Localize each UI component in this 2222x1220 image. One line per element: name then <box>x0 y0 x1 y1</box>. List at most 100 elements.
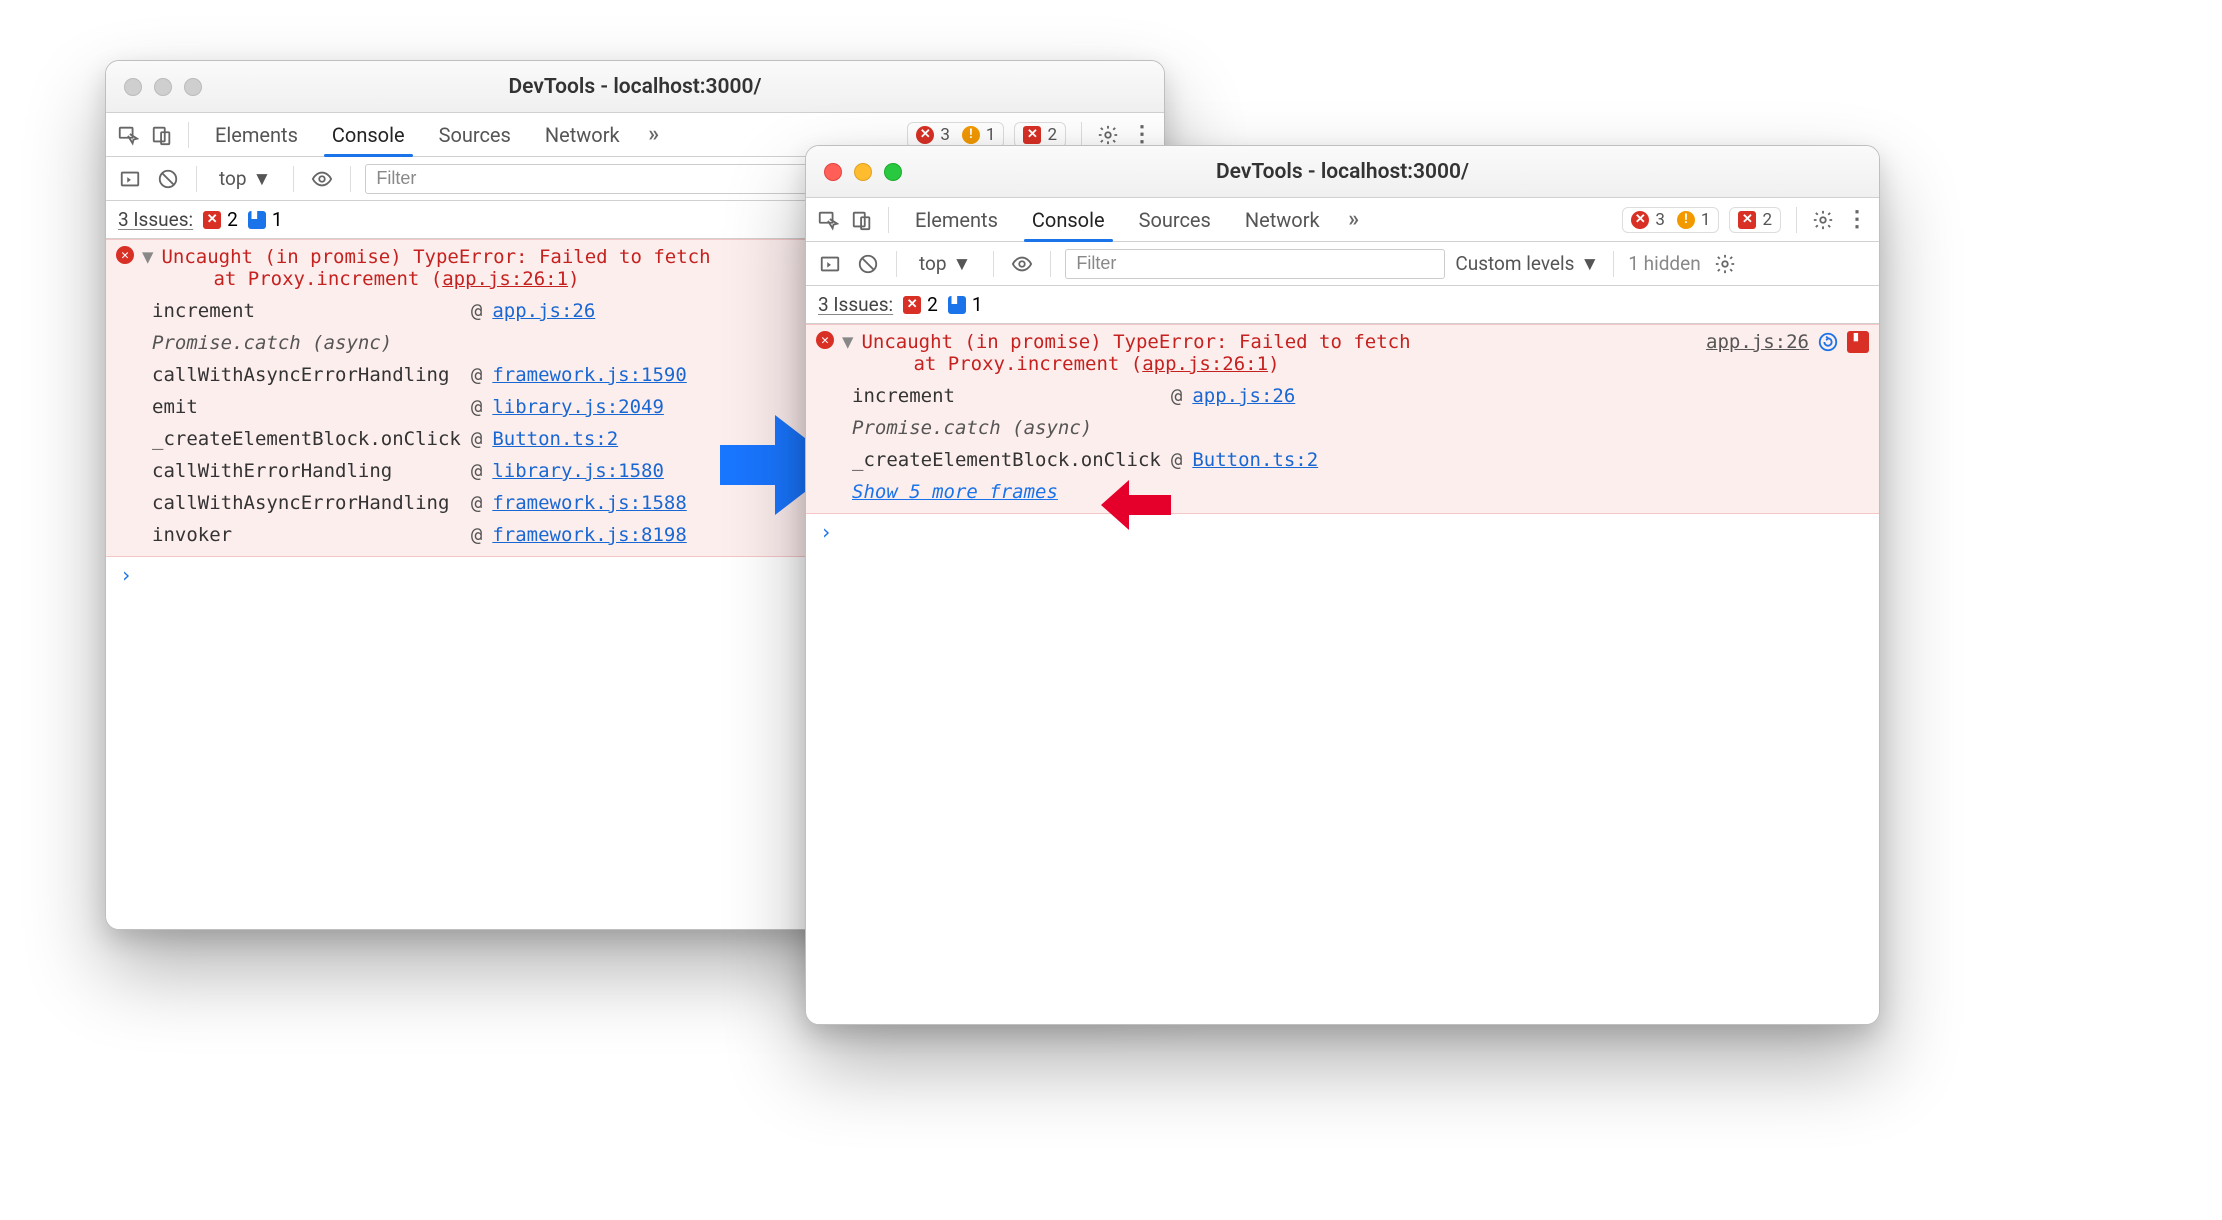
warn-count: 1 <box>986 125 996 145</box>
hidden-error-badge[interactable]: ✕2 <box>1014 122 1066 148</box>
close-icon[interactable] <box>124 78 142 96</box>
tab-console[interactable]: Console <box>318 113 419 156</box>
frame-source-link[interactable]: app.js:26 <box>492 300 686 322</box>
frame-fn: emit <box>152 396 461 418</box>
tab-network[interactable]: Network <box>1231 198 1334 241</box>
frame-source-link[interactable]: framework.js:8198 <box>492 524 686 546</box>
context-label: top <box>919 252 947 275</box>
inspect-icon[interactable] <box>814 206 842 234</box>
tab-sources[interactable]: Sources <box>1125 198 1225 241</box>
issues-bar[interactable]: 3 Issues: ✕2 ▘1 <box>806 286 1879 324</box>
toggle-drawer-icon[interactable] <box>816 250 844 278</box>
async-divider: Promise.catch (async) <box>152 332 687 354</box>
zoom-icon[interactable] <box>884 163 902 181</box>
more-tabs-icon[interactable]: » <box>1340 206 1368 234</box>
frame-fn: increment <box>852 385 1161 407</box>
filter-input[interactable] <box>1065 249 1445 279</box>
minimize-icon[interactable] <box>154 78 172 96</box>
frame-fn: callWithErrorHandling <box>152 460 461 482</box>
live-expression-icon[interactable] <box>1008 250 1036 278</box>
frame-fn: callWithAsyncErrorHandling <box>152 492 461 514</box>
error-source-link[interactable]: app.js:26 <box>1706 331 1809 353</box>
issues-label: 3 Issues: <box>818 293 893 316</box>
frame-fn: invoker <box>152 524 461 546</box>
frame-fn: increment <box>152 300 461 322</box>
window-title: DevTools - localhost:3000/ <box>806 160 1879 184</box>
device-toggle-icon[interactable] <box>148 121 176 149</box>
console-prompt[interactable]: › <box>806 514 1879 550</box>
error-message: Uncaught (in promise) TypeError: Failed … <box>161 246 710 290</box>
error-icon: ✕ <box>816 331 834 349</box>
hidden-error-count: 2 <box>1047 125 1057 145</box>
tabs-bar: Elements Console Sources Network » ✕3!1 … <box>806 198 1879 242</box>
async-divider: Promise.catch (async) <box>852 417 1318 439</box>
error-message: Uncaught (in promise) TypeError: Failed … <box>861 331 1410 375</box>
console-toolbar: top ▼ Custom levels ▼ 1 hidden <box>806 242 1879 286</box>
disclosure-icon[interactable]: ▼ <box>142 246 153 268</box>
clear-console-icon[interactable] <box>154 165 182 193</box>
issues-error-count: 2 <box>927 293 938 316</box>
show-more-frames-link[interactable]: Show 5 more frames <box>852 481 1318 503</box>
reload-icon[interactable] <box>1817 331 1839 353</box>
tab-console[interactable]: Console <box>1018 198 1119 241</box>
tab-sources[interactable]: Sources <box>425 113 525 156</box>
more-tabs-icon[interactable]: » <box>640 121 668 149</box>
toggle-drawer-icon[interactable] <box>116 165 144 193</box>
issues-info-count: 1 <box>972 293 983 316</box>
titlebar: DevTools - localhost:3000/ <box>806 146 1879 198</box>
issues-info-count: 1 <box>272 208 283 231</box>
frame-source-link[interactable]: Button.ts:2 <box>1192 449 1318 471</box>
issues-error-count: 2 <box>227 208 238 231</box>
frame-fn: _createElementBlock.onClick <box>852 449 1161 471</box>
gear-icon[interactable] <box>1809 206 1837 234</box>
gear-icon[interactable] <box>1711 250 1739 278</box>
titlebar: DevTools - localhost:3000/ <box>106 61 1164 113</box>
context-selector[interactable]: top ▼ <box>911 252 979 276</box>
close-icon[interactable] <box>824 163 842 181</box>
hidden-count[interactable]: 1 hidden <box>1628 252 1700 275</box>
frame-source-link[interactable]: framework.js:1590 <box>492 364 686 386</box>
warn-count: 1 <box>1701 210 1711 230</box>
devtools-window-after: DevTools - localhost:3000/ Elements Cons… <box>805 145 1880 1025</box>
frame-source-link[interactable]: app.js:26 <box>1192 385 1318 407</box>
chevron-down-icon: ▼ <box>953 252 972 276</box>
message-icon[interactable]: ▘ <box>1847 331 1869 353</box>
frame-source-link[interactable]: Button.ts:2 <box>492 428 686 450</box>
frame-fn: _createElementBlock.onClick <box>152 428 461 450</box>
stack-frames: increment@app.js:26 Promise.catch (async… <box>816 385 1869 503</box>
issues-label: 3 Issues: <box>118 208 193 231</box>
device-toggle-icon[interactable] <box>848 206 876 234</box>
error-source-link[interactable]: app.js:26:1 <box>1142 353 1268 375</box>
frame-source-link[interactable]: framework.js:1588 <box>492 492 686 514</box>
window-title: DevTools - localhost:3000/ <box>106 75 1164 99</box>
context-label: top <box>219 167 247 190</box>
frame-source-link[interactable]: library.js:2049 <box>492 396 686 418</box>
error-badge[interactable]: ✕3!1 <box>1622 207 1719 233</box>
menu-icon[interactable]: ⋮ <box>1843 206 1871 234</box>
minimize-icon[interactable] <box>854 163 872 181</box>
chevron-down-icon: ▼ <box>1580 252 1599 276</box>
inspect-icon[interactable] <box>114 121 142 149</box>
hidden-error-count: 2 <box>1762 210 1772 230</box>
hidden-error-badge[interactable]: ✕2 <box>1729 207 1781 233</box>
tab-network[interactable]: Network <box>531 113 634 156</box>
error-badge[interactable]: ✕3!1 <box>907 122 1004 148</box>
zoom-icon[interactable] <box>184 78 202 96</box>
disclosure-icon[interactable]: ▼ <box>842 331 853 353</box>
tab-elements[interactable]: Elements <box>201 113 312 156</box>
error-icon: ✕ <box>116 246 134 264</box>
error-count: 3 <box>1655 210 1665 230</box>
log-levels-selector[interactable]: Custom levels ▼ <box>1455 252 1599 276</box>
error-count: 3 <box>940 125 950 145</box>
highlight-arrow-icon <box>1101 480 1171 535</box>
error-source-link[interactable]: app.js:26:1 <box>442 268 568 290</box>
clear-console-icon[interactable] <box>854 250 882 278</box>
context-selector[interactable]: top ▼ <box>211 167 279 191</box>
console-error-entry: app.js:26 ▘ ✕ ▼ Uncaught (in promise) Ty… <box>806 324 1879 514</box>
chevron-down-icon: ▼ <box>253 167 272 191</box>
levels-label: Custom levels <box>1455 252 1574 275</box>
frame-source-link[interactable]: library.js:1580 <box>492 460 686 482</box>
live-expression-icon[interactable] <box>308 165 336 193</box>
frame-fn: callWithAsyncErrorHandling <box>152 364 461 386</box>
tab-elements[interactable]: Elements <box>901 198 1012 241</box>
